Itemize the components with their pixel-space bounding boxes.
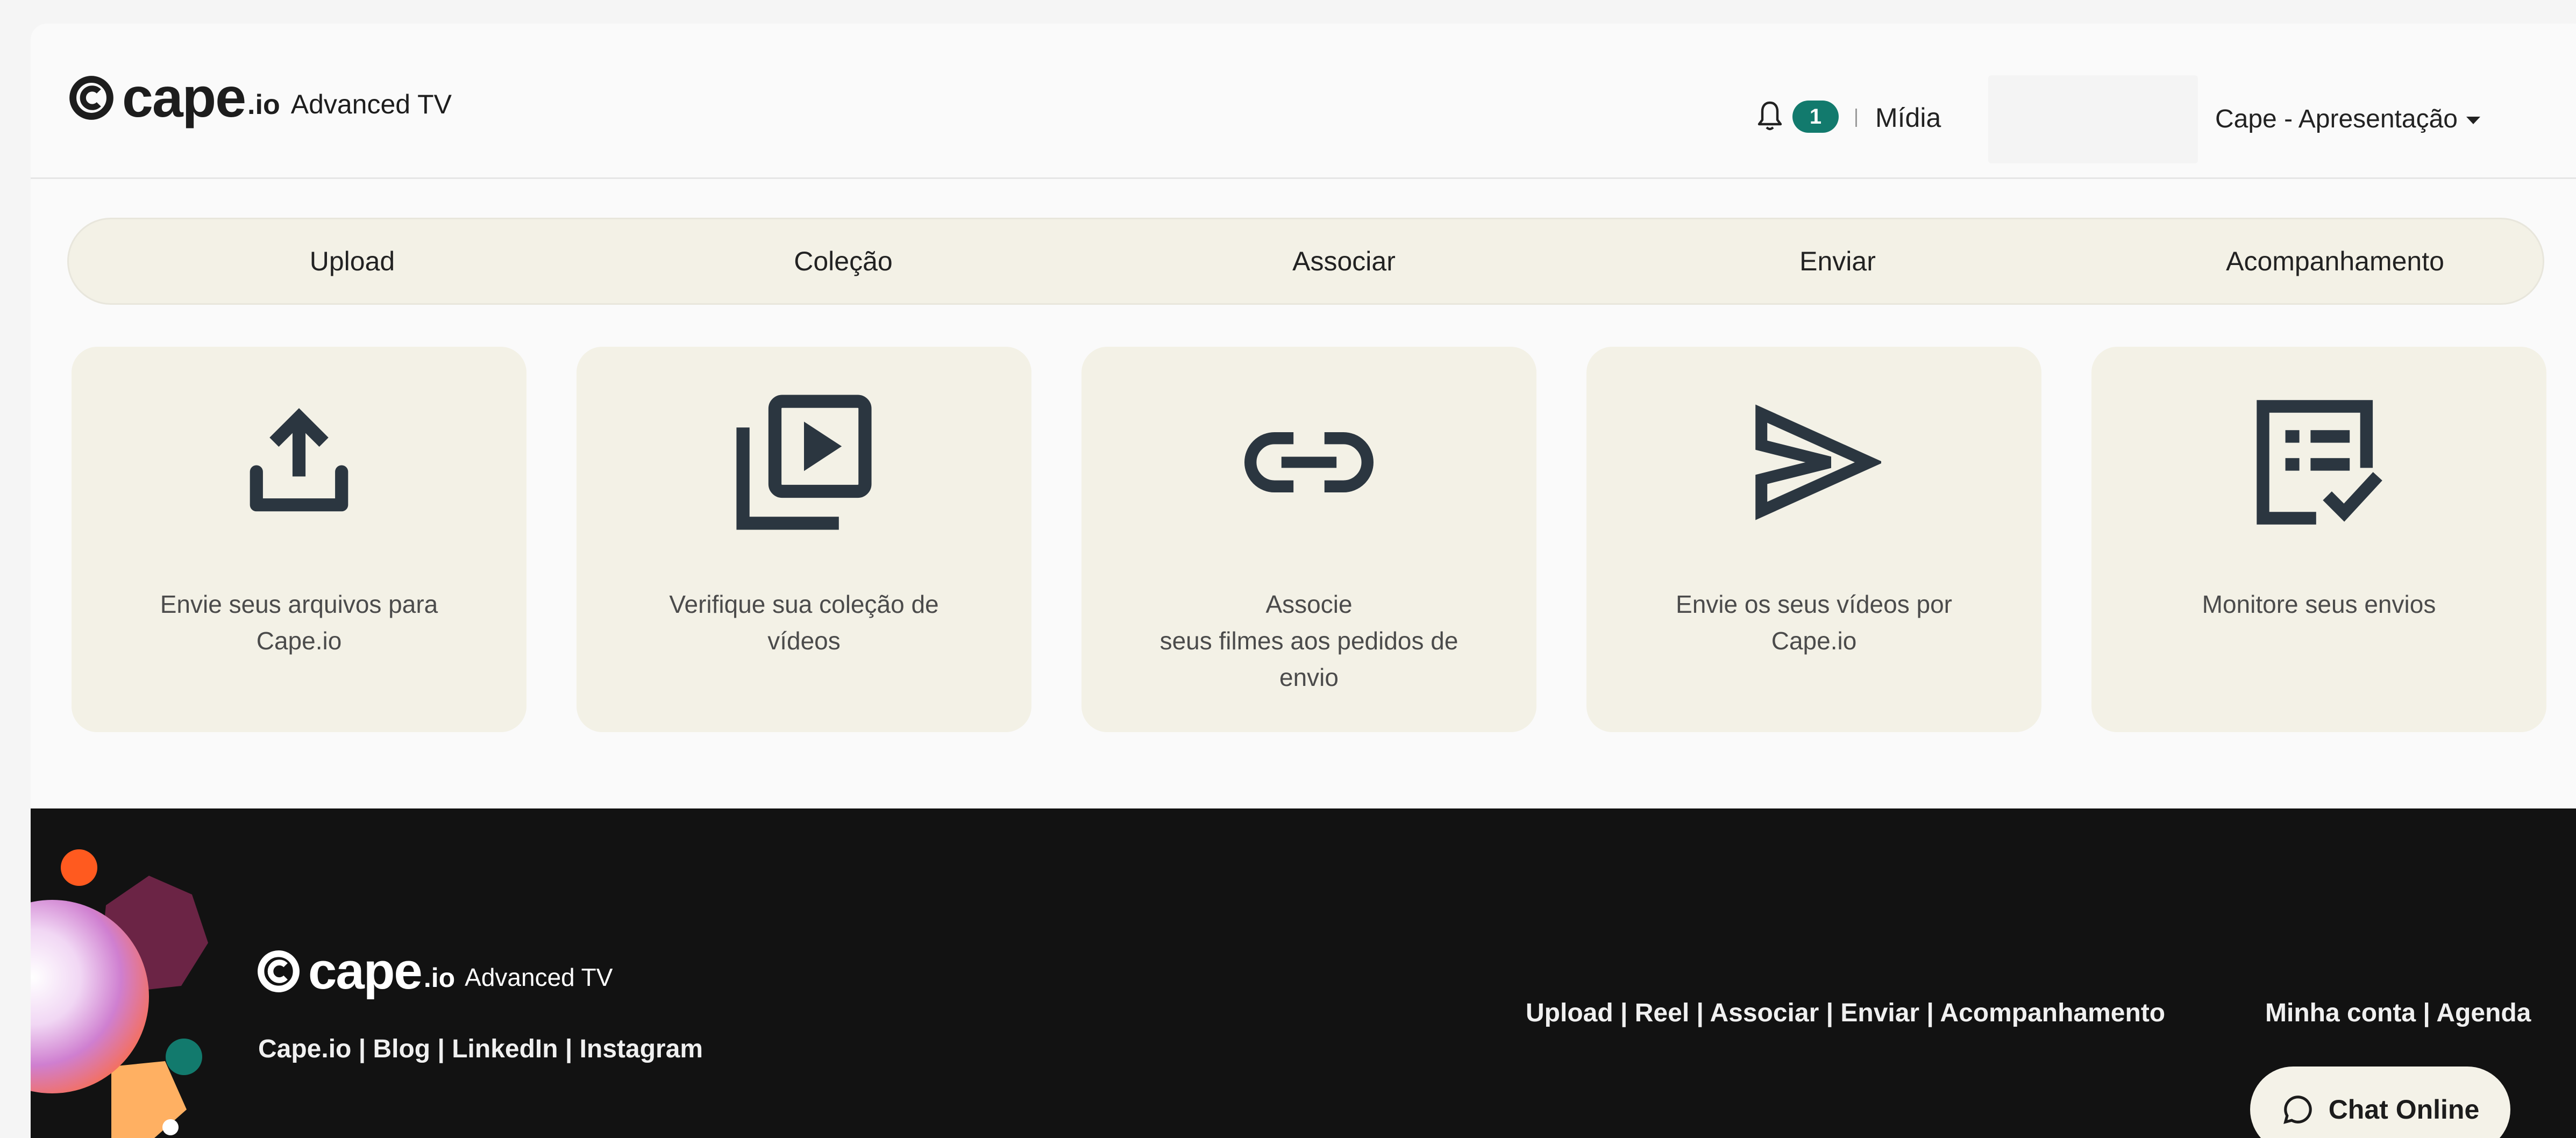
footer-nav-links[interactable]: Upload | Reel | Associar | Enviar | Acom… (1526, 998, 2165, 1028)
card-enviar[interactable]: Envie os seus vídeos por Cape.io (1586, 347, 2041, 732)
link-icon (1081, 390, 1536, 535)
card-text: Envie seus arquivos para Cape.io (160, 590, 438, 655)
tab-associar[interactable]: Associar (1183, 219, 1505, 303)
account-dropdown[interactable]: Cape - Apresentação (2215, 104, 2480, 134)
upload-icon (72, 390, 526, 535)
brand-io: .io (247, 89, 280, 120)
notification-badge[interactable]: 1 (1792, 101, 1839, 133)
chevron-down-icon (2466, 117, 2480, 125)
card-text: Envie os seus vídeos por Cape.io (1676, 590, 1952, 655)
tab-colecao[interactable]: Coleção (682, 219, 1005, 303)
midia-link[interactable]: Mídia (1875, 102, 1941, 133)
card-text: Verifique sua coleção de vídeos (669, 590, 939, 655)
main-tabs: Upload Coleção Associar Enviar Acompanha… (67, 218, 2544, 305)
footer-brand-product: Advanced TV (465, 963, 613, 991)
brand-logo[interactable]: cape .io Advanced TV (68, 67, 452, 129)
card-associar[interactable]: Associe seus filmes aos pedidos de envio (1081, 347, 1536, 732)
header-divider (1855, 109, 1857, 127)
tab-acompanhamento[interactable]: Acompanhamento (2174, 219, 2496, 303)
brand-product: Advanced TV (290, 89, 452, 119)
tab-enviar[interactable]: Enviar (1676, 219, 1999, 303)
footer-brand-logo[interactable]: cape .io Advanced TV (257, 946, 613, 997)
footer-brand-word: cape (308, 942, 423, 1000)
footer-account-links[interactable]: Minha conta | Agenda (2265, 998, 2531, 1028)
bell-icon[interactable] (1757, 99, 1783, 132)
card-acompanhamento[interactable]: Monitore seus envios (2091, 347, 2546, 732)
checklist-icon (2091, 390, 2546, 535)
brand-word: cape (122, 67, 246, 129)
account-name: Cape - Apresentação (2215, 105, 2458, 133)
card-text: Monitore seus envios (2202, 590, 2436, 618)
chat-bubble-icon (2283, 1096, 2312, 1124)
chat-online-button[interactable]: Chat Online (2250, 1067, 2510, 1138)
card-upload[interactable]: Envie seus arquivos para Cape.io (72, 347, 526, 732)
site-footer: cape .io Advanced TV Cape.io | Blog | Li… (31, 808, 2576, 1138)
footer-brand-io: .io (423, 963, 456, 993)
video-library-icon (577, 390, 1031, 535)
send-icon (1586, 390, 2041, 535)
decorative-shapes (31, 849, 208, 1138)
chat-label: Chat Online (2328, 1094, 2480, 1125)
cape-logo-icon (258, 950, 300, 992)
app-window: cape .io Advanced TV 1 Mídia Cape - Apre… (31, 24, 2576, 1138)
footer-social-links[interactable]: Cape.io | Blog | LinkedIn | Instagram (258, 1034, 703, 1064)
header-placeholder-area (1988, 75, 2198, 163)
cape-logo-icon (69, 76, 113, 120)
card-text: Associe seus filmes aos pedidos de envio (1159, 590, 1458, 691)
card-colecao[interactable]: Verifique sua coleção de vídeos (577, 347, 1031, 732)
top-header: cape .io Advanced TV 1 Mídia Cape - Apre… (31, 24, 2576, 179)
tab-upload[interactable]: Upload (191, 219, 514, 303)
